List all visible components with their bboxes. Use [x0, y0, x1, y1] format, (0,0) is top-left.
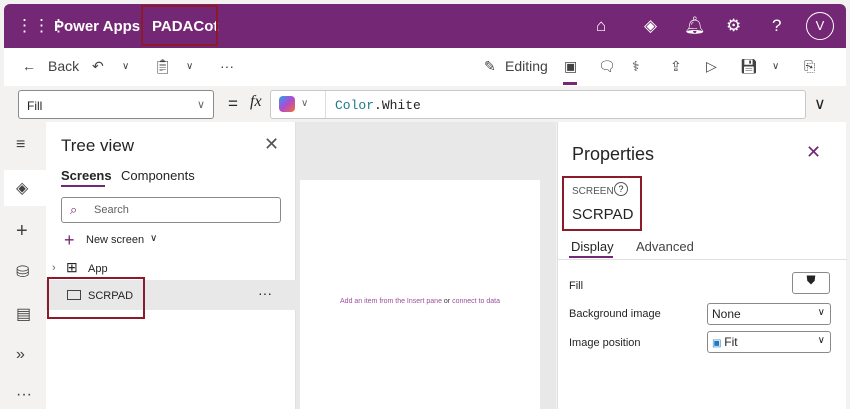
top-bar: ⋮⋮⋮ Power Apps | PADACot ⌂ ◈ 🔔︎ ⚙ ? V	[4, 4, 846, 48]
chevron-down-icon[interactable]: ∨	[150, 233, 157, 244]
copilot-icon[interactable]	[279, 96, 295, 112]
search-icon: ⌕	[70, 202, 78, 217]
divider	[558, 259, 847, 260]
menu-icon[interactable]: ≡	[16, 136, 25, 154]
power-automate-icon[interactable]: »	[16, 346, 25, 364]
comment-icon[interactable]: 🗨︎	[598, 58, 616, 75]
tree-panel-icon[interactable]: ▣	[564, 58, 577, 75]
undo-icon[interactable]: ↶	[92, 58, 104, 75]
more-icon[interactable]: ···	[16, 386, 32, 404]
search-input[interactable]: ⌕ Search	[61, 197, 281, 223]
background-image-value: None	[712, 307, 741, 321]
bell-icon[interactable]: 🔔︎	[684, 16, 706, 36]
back-arrow-icon[interactable]: ←	[22, 58, 36, 74]
media-icon[interactable]: ▤	[16, 304, 31, 324]
search-placeholder: Search	[94, 204, 129, 216]
plus-icon: +	[64, 230, 75, 250]
layers-icon[interactable]: ◈	[16, 178, 28, 198]
more-button[interactable]: ···	[220, 58, 234, 74]
background-image-label: Background image	[569, 308, 661, 320]
formula-object: Color	[335, 98, 375, 113]
tree-view-panel: Tree view ✕ Screens Components ⌕ Search …	[46, 122, 296, 409]
tab-components[interactable]: Components	[121, 168, 195, 183]
hint-or: or	[441, 298, 453, 305]
screen-canvas[interactable]: Add an item from the Insert pane or conn…	[300, 180, 540, 409]
chevron-down-icon[interactable]: ∨	[772, 61, 779, 72]
chevron-down-icon: ∨	[817, 307, 825, 318]
stethoscope-icon[interactable]: ⚕	[632, 58, 640, 75]
formula-property: .White	[374, 98, 421, 113]
chevron-down-icon[interactable]: ∨	[301, 98, 308, 109]
background-image-dropdown[interactable]: None ∨	[707, 303, 831, 325]
chevron-down-icon: ∨	[817, 335, 825, 346]
app-icon: ⊞	[66, 259, 78, 275]
close-icon[interactable]: ✕	[806, 142, 821, 163]
properties-title: Properties	[572, 144, 655, 164]
expand-formula-icon[interactable]: ∨	[814, 94, 826, 114]
tab-display[interactable]: Display	[571, 239, 614, 254]
highlight-screen-name	[562, 176, 642, 231]
chevron-down-icon[interactable]: ∨	[122, 61, 129, 72]
save-icon[interactable]: 💾︎	[740, 58, 758, 75]
new-screen-button[interactable]: New screen	[86, 234, 144, 246]
image-position-value: Fit	[724, 335, 738, 349]
tab-screens[interactable]: Screens	[61, 168, 112, 183]
left-rail: ≡ ◈ + ⛁ ▤ » ···	[4, 122, 46, 409]
paste-icon[interactable]: 📋︎	[154, 58, 172, 75]
insert-icon[interactable]: +	[16, 220, 28, 243]
chevron-right-icon[interactable]: ›	[52, 262, 56, 274]
copilot-icon[interactable]: ◈	[644, 16, 657, 36]
fill-label: Fill	[569, 280, 584, 292]
fill-color-picker[interactable]: ⛊	[792, 272, 830, 294]
properties-panel: Properties ✕ SCREEN ? SCRPAD Display Adv…	[557, 122, 847, 409]
active-indicator	[563, 82, 577, 85]
formula-input[interactable]: ∨ Color.White	[270, 90, 806, 119]
divider	[325, 91, 326, 118]
play-icon[interactable]: ▷	[706, 58, 717, 75]
close-icon[interactable]: ✕	[264, 134, 279, 155]
equals-sign: =	[228, 94, 238, 113]
highlight-app-title	[141, 5, 218, 46]
tree-item-app[interactable]: App	[88, 263, 108, 275]
image-position-label: Image position	[569, 337, 641, 349]
editing-button[interactable]: Editing	[505, 58, 548, 74]
more-options-button[interactable]: ···	[258, 285, 272, 301]
tab-underline	[569, 256, 613, 258]
environment-icon[interactable]: ⌂	[596, 16, 606, 36]
tree-title: Tree view	[61, 136, 135, 155]
command-bar: ← Back ↶ ∨ 📋︎ ∨ ··· ✎ Editing ▣ 🗨︎ ⚕ ⇪ ▷…	[4, 48, 846, 86]
fx-icon: fx	[250, 93, 262, 110]
image-icon: ▣	[712, 338, 725, 349]
publish-icon[interactable]: ⎘	[804, 58, 815, 75]
share-icon[interactable]: ⇪	[670, 58, 682, 75]
data-icon[interactable]: ⛁	[16, 262, 29, 282]
insert-pane-link[interactable]: Add an item from the Insert pane	[340, 298, 442, 305]
help-icon[interactable]: ?	[772, 16, 781, 36]
highlight-scrpad	[47, 277, 145, 319]
property-value: Fill	[27, 99, 43, 113]
chevron-down-icon[interactable]: ∨	[186, 61, 193, 72]
formula-bar: Fill ∨ = fx ∨ Color.White ∨	[4, 86, 846, 122]
tab-advanced[interactable]: Advanced	[636, 239, 694, 254]
image-position-dropdown[interactable]: ▣ Fit ∨	[707, 331, 831, 353]
avatar[interactable]: V	[806, 12, 834, 40]
chevron-down-icon: ∨	[196, 99, 205, 111]
pencil-icon: ✎	[484, 58, 496, 74]
tab-underline	[61, 185, 105, 187]
back-button[interactable]: Back	[48, 58, 79, 74]
gear-icon[interactable]: ⚙	[726, 16, 741, 36]
property-dropdown[interactable]: Fill ∨	[18, 90, 214, 119]
connect-data-link[interactable]: connect to data	[452, 298, 500, 305]
app-name: Power Apps	[54, 18, 141, 35]
